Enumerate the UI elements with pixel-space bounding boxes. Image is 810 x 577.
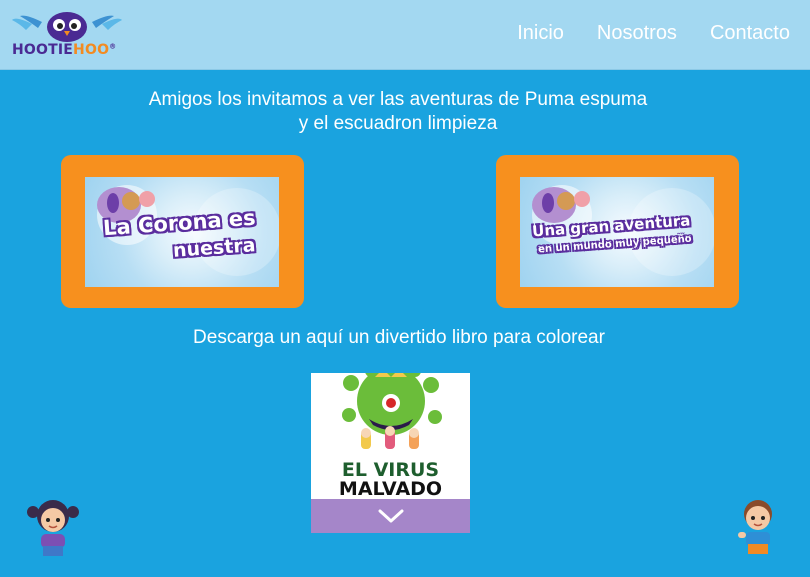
coloring-book-download[interactable]: EL VIRUS MALVADO (311, 373, 470, 533)
download-text: Descarga un aquí un divertido libro para… (193, 327, 605, 348)
site-header: HOOTIEHOO® Inicio Nosotros Contacto (0, 0, 810, 70)
download-button[interactable] (311, 499, 470, 533)
nav-link-contacto[interactable]: Contacto (710, 22, 790, 45)
owl-logo-icon (12, 12, 122, 42)
main-nav: Inicio Nosotros Contacto (517, 22, 790, 45)
boy-character-icon (738, 500, 772, 554)
intro-line-1: Amigos los invitamos a ver las aventuras… (148, 89, 648, 110)
virus-icon (342, 373, 442, 449)
girl-character-icon (27, 500, 79, 556)
intro-text: Amigos los invitamos a ver las aventuras… (0, 88, 796, 136)
hootiehoo-logo[interactable]: HOOTIEHOO® (12, 10, 122, 62)
book-title: EL VIRUS MALVADO (338, 459, 443, 500)
video-card-gran-aventura[interactable]: Una gran aventura en un mundo muy pequeñ… (496, 155, 739, 308)
video-thumbnail: Una gran aventura en un mundo muy pequeñ… (520, 177, 714, 287)
video-thumbnail: La Corona es nuestra (85, 177, 279, 287)
chevron-down-icon (378, 509, 403, 523)
logo-wordmark: HOOTIEHOO® (12, 42, 117, 58)
intro-line-2: y el escuadron limpieza (298, 113, 498, 134)
video-card-la-corona[interactable]: La Corona es nuestra (61, 155, 304, 308)
nav-link-nosotros[interactable]: Nosotros (597, 22, 677, 45)
nav-link-inicio[interactable]: Inicio (517, 22, 564, 45)
